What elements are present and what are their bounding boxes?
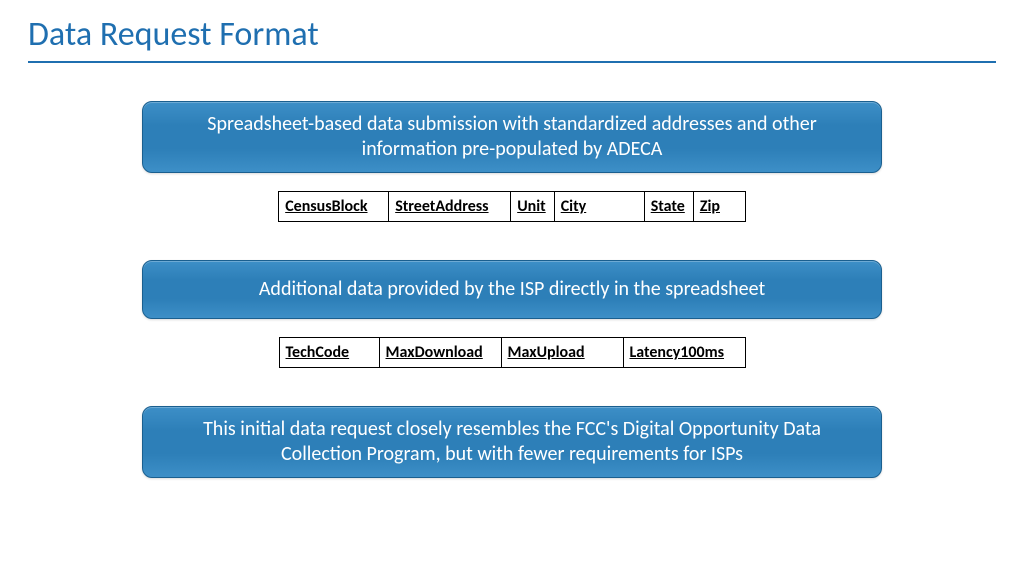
col-header: CensusBlock <box>279 192 389 222</box>
col-header: TechCode <box>279 338 379 368</box>
callout-adeca-prepopulated: Spreadsheet-based data submission with s… <box>142 101 882 173</box>
callout-fcc-comparison: This initial data request closely resemb… <box>142 406 882 478</box>
table-row: CensusBlock StreetAddress Unit City Stat… <box>279 192 746 222</box>
col-header: MaxDownload <box>379 338 501 368</box>
col-header: MaxUpload <box>501 338 623 368</box>
col-header: Latency100ms <box>623 338 745 368</box>
col-header: Unit <box>511 192 555 222</box>
col-header: City <box>554 192 644 222</box>
slide-title: Data Request Format <box>0 0 1024 61</box>
col-header: State <box>644 192 693 222</box>
col-header: Zip <box>693 192 745 222</box>
adeca-columns-table: CensusBlock StreetAddress Unit City Stat… <box>278 191 746 222</box>
slide-content: Spreadsheet-based data submission with s… <box>0 63 1024 478</box>
table-row: TechCode MaxDownload MaxUpload Latency10… <box>279 338 745 368</box>
isp-columns-table: TechCode MaxDownload MaxUpload Latency10… <box>279 337 746 368</box>
callout-isp-provided: Additional data provided by the ISP dire… <box>142 260 882 319</box>
col-header: StreetAddress <box>389 192 511 222</box>
